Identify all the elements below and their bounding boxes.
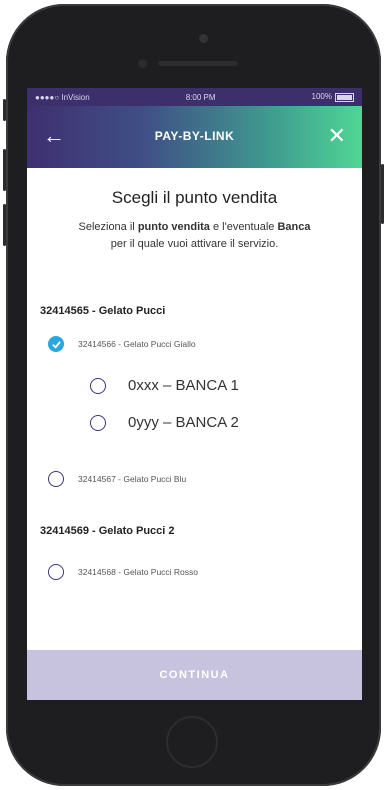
app-screen: ●●●●○ InVision 8:00 PM 100% ← PAY-BY-LIN… [27,88,362,700]
battery-indicator: 100% [311,92,354,102]
time-label: 8:00 PM [185,92,216,102]
status-bar: ●●●●○ InVision 8:00 PM 100% [27,88,362,106]
radio-option-banca-2[interactable]: 0yyy – BANCA 2 [90,414,239,431]
radio-icon [90,377,106,394]
battery-label: 100% [311,92,332,102]
option-label: 32414566 - Gelato Pucci Giallo [78,339,196,349]
battery-icon [335,92,354,102]
app-header: ← PAY-BY-LINK ✕ [27,106,362,168]
option-label: 0xxx – BANCA 1 [128,377,239,394]
option-label: 32414567 - Gelato Pucci Blu [78,474,187,484]
radio-icon [48,471,64,487]
earpiece-speaker [158,61,238,66]
radio-icon [90,414,106,431]
mute-switch [3,99,6,121]
header-title: PAY-BY-LINK [154,129,235,143]
page-subtitle: Seleziona il punto vendita e l'eventuale… [40,219,349,253]
close-icon[interactable]: ✕ [328,123,346,149]
radio-option-pucci-rosso[interactable]: 32414568 - Gelato Pucci Rosso [48,564,198,580]
group-heading-2: 32414569 - Gelato Pucci 2 [40,525,175,537]
subtitle-text-3: per il quale vuoi attivare il servizio. [110,238,279,250]
volume-up-button [3,149,6,191]
subtitle-bold-punto-vendita: punto vendita [137,221,210,233]
volume-down-button [3,204,6,246]
content: Scegli il punto vendita Seleziona il pun… [27,188,362,253]
page-title: Scegli il punto vendita [111,188,278,207]
power-button [381,164,384,224]
continue-button[interactable]: CONTINUA [27,650,362,700]
camera-dot [199,34,208,43]
radio-icon [48,564,64,580]
radio-option-banca-1[interactable]: 0xxx – BANCA 1 [90,377,239,394]
radio-option-pucci-blu[interactable]: 32414567 - Gelato Pucci Blu [48,471,186,487]
carrier-label: ●●●●○ InVision [35,92,90,102]
subtitle-text-1: Seleziona il [78,221,138,233]
front-camera [138,59,147,68]
group-heading-1: 32414565 - Gelato Pucci [40,305,166,317]
radio-checked-icon [48,336,64,352]
home-button[interactable] [166,716,218,768]
subtitle-bold-banca: Banca [277,221,311,233]
option-label: 32414568 - Gelato Pucci Rosso [78,567,199,577]
radio-option-pucci-giallo[interactable]: 32414566 - Gelato Pucci Giallo [48,336,196,352]
option-label: 0yyy – BANCA 2 [128,414,239,431]
subtitle-text-2: e l'eventuale [209,221,278,233]
